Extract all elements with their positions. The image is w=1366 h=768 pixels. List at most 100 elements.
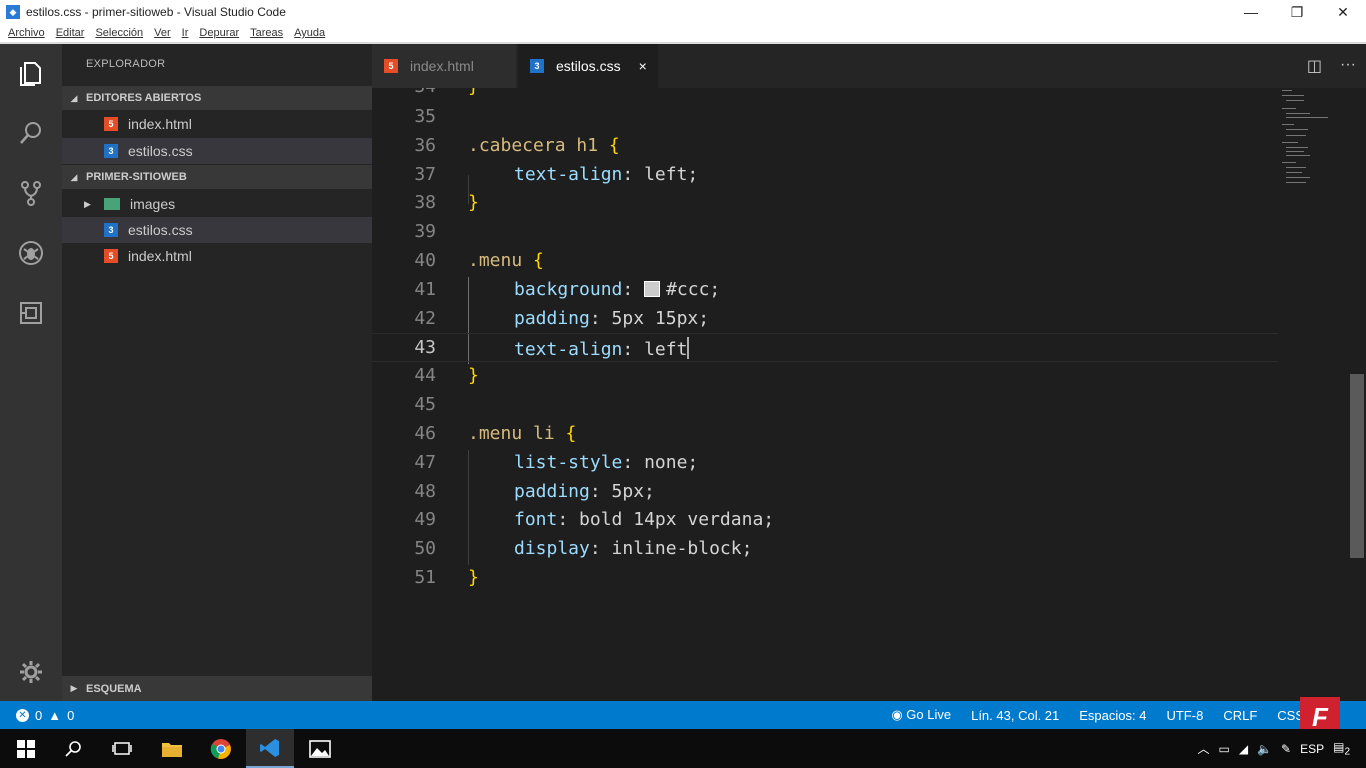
project-label: PRIMER-SITIOWEB	[86, 171, 187, 183]
tree-item-label: images	[130, 196, 176, 212]
menu-seleccion[interactable]: Selección	[95, 27, 143, 39]
eol-setting[interactable]: CRLF	[1223, 708, 1257, 723]
search-icon[interactable]	[50, 729, 98, 768]
css-file-icon: 3	[104, 144, 118, 158]
css-file-icon: 3	[530, 59, 544, 73]
color-swatch[interactable]	[644, 281, 661, 297]
photos-icon[interactable]	[296, 729, 344, 768]
open-editor-label: estilos.css	[128, 143, 193, 159]
explorer-icon[interactable]	[0, 48, 62, 98]
scrollbar-thumb[interactable]	[1350, 374, 1364, 558]
code-line: 36 .cabecera h1 {	[414, 135, 620, 156]
close-window-button[interactable]: ✕	[1320, 0, 1366, 24]
chevron-down-icon: ◢	[70, 171, 78, 182]
extensions-icon[interactable]	[0, 288, 62, 338]
menu-ver[interactable]: Ver	[154, 27, 171, 39]
tree-item-estilos-css[interactable]: 3 estilos.css	[62, 217, 372, 243]
activity-bar	[0, 44, 62, 701]
code-line: 35	[414, 106, 436, 127]
code-line: 50 display: inline-block;	[414, 538, 753, 559]
search-icon[interactable]	[0, 108, 62, 158]
go-live-button[interactable]: ◉ Go Live	[891, 707, 951, 723]
cursor-position[interactable]: Lín. 43, Col. 21	[971, 708, 1059, 723]
tree-item-index-html[interactable]: 5 index.html	[62, 243, 372, 269]
minimize-button[interactable]: —	[1228, 0, 1274, 24]
chevron-up-icon[interactable]: ︿	[1197, 740, 1209, 757]
error-count[interactable]: 0	[35, 708, 42, 723]
code-line: 44 }	[414, 365, 479, 386]
html-file-icon: 5	[104, 117, 118, 131]
volume-icon[interactable]: 🔈	[1257, 742, 1272, 756]
code-line: 38 }	[414, 192, 479, 213]
chevron-down-icon: ◢	[70, 92, 78, 103]
menu-ir[interactable]: Ir	[182, 27, 189, 39]
open-editor-item-index-html[interactable]: 5 index.html	[62, 111, 372, 137]
project-section[interactable]: ◢ PRIMER-SITIOWEB	[62, 165, 372, 189]
code-line: 41 background: #ccc;	[414, 279, 721, 300]
file-explorer-icon[interactable]	[148, 729, 196, 768]
menu-archivo[interactable]: Archivo	[8, 27, 45, 39]
html-file-icon: 5	[384, 59, 398, 73]
settings-gear-icon[interactable]	[0, 647, 62, 697]
source-control-icon[interactable]	[0, 168, 62, 218]
encoding-setting[interactable]: UTF-8	[1166, 708, 1203, 723]
more-actions-icon[interactable]: ···	[1340, 56, 1356, 76]
indentation-setting[interactable]: Espacios: 4	[1079, 708, 1146, 723]
code-line: 49 font: bold 14px verdana;	[414, 509, 775, 530]
network-icon[interactable]: ◢	[1239, 742, 1248, 756]
code-editor[interactable]: 34 } 35 36 .cabecera h1 { 37 text-align:…	[372, 88, 1366, 701]
code-line: 42 padding: 5px 15px;	[414, 308, 710, 329]
css-file-icon: 3	[104, 223, 118, 237]
code-line: 37 text-align: left;	[414, 164, 699, 185]
tree-item-label: index.html	[128, 248, 192, 264]
tree-item-images-folder[interactable]: ▶ images	[62, 191, 372, 217]
code-line: 51 }	[414, 567, 479, 588]
pen-icon[interactable]: ✎	[1281, 742, 1291, 756]
menu-depurar[interactable]: Depurar	[199, 27, 239, 39]
menu-tareas[interactable]: Tareas	[250, 27, 283, 39]
task-view-icon[interactable]	[98, 729, 146, 768]
notification-center[interactable]: ▤2	[1333, 740, 1350, 757]
windows-start-icon[interactable]	[2, 729, 50, 768]
html-file-icon: 5	[104, 249, 118, 263]
vertical-scrollbar[interactable]	[1348, 88, 1366, 701]
vscode-app-icon: ◆	[6, 5, 20, 19]
vscode-icon[interactable]	[246, 729, 294, 768]
menu-ayuda[interactable]: Ayuda	[294, 27, 325, 39]
chrome-icon[interactable]	[197, 729, 245, 768]
system-tray: ︿ ▭ ◢ 🔈 ✎ ESP ▤2	[1197, 729, 1366, 768]
tab-bar: 5 index.html 3 estilos.css × ◫ ···	[372, 44, 1366, 88]
menu-bar: Archivo Editar Selección Ver Ir Depurar …	[0, 24, 1366, 42]
warning-count[interactable]: 0	[67, 708, 74, 723]
tab-index-html[interactable]: 5 index.html	[372, 44, 516, 88]
menu-editar[interactable]: Editar	[56, 27, 85, 39]
open-editors-section[interactable]: ◢ EDITORES ABIERTOS	[62, 86, 372, 110]
close-tab-icon[interactable]: ×	[639, 58, 647, 74]
open-editor-item-estilos-css[interactable]: 3 estilos.css	[62, 138, 372, 164]
tab-estilos-css[interactable]: 3 estilos.css ×	[518, 44, 658, 88]
minimap[interactable]	[1278, 88, 1348, 701]
tree-item-label: estilos.css	[128, 222, 193, 238]
code-line: 46 .menu li {	[414, 423, 577, 444]
sidebar-title: EXPLORADOR	[86, 58, 166, 70]
outline-section[interactable]: ▶ ESQUEMA	[62, 676, 372, 701]
code-line: 47 list-style: none;	[414, 452, 699, 473]
code-line: 45	[414, 394, 436, 415]
warning-icon[interactable]: ▲	[48, 708, 61, 723]
code-line: 48 padding: 5px;	[414, 481, 655, 502]
explorer-sidebar: EXPLORADOR ◢ EDITORES ABIERTOS 5 index.h…	[62, 44, 372, 701]
text-cursor	[687, 337, 690, 359]
window-title: estilos.css - primer-sitioweb - Visual S…	[26, 5, 286, 19]
error-icon[interactable]: ✕	[16, 708, 29, 722]
chevron-right-icon: ▶	[84, 198, 91, 209]
device-icon[interactable]: ▭	[1218, 742, 1229, 756]
notification-count: 2	[1344, 746, 1350, 758]
debug-icon[interactable]	[0, 228, 62, 278]
code-line: 40 .menu {	[414, 250, 544, 271]
code-line: 39	[414, 221, 436, 242]
restore-button[interactable]: ❐	[1274, 0, 1320, 24]
code-line: 34 }	[372, 88, 1278, 102]
split-editor-icon[interactable]: ◫	[1307, 56, 1322, 76]
open-editor-label: index.html	[128, 116, 192, 132]
input-language[interactable]: ESP	[1300, 742, 1324, 756]
